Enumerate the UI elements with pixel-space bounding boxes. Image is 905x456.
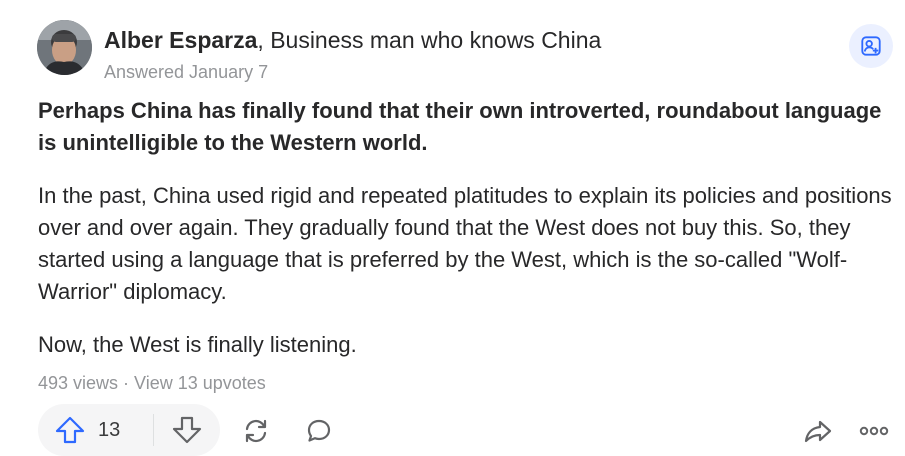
upvote-button[interactable]: 13: [54, 415, 120, 445]
comment-icon: [307, 419, 331, 442]
more-dots-icon: [859, 426, 889, 436]
answer-lead: Perhaps China has finally found that the…: [38, 98, 882, 155]
view-upvotes-link[interactable]: View 13 upvotes: [134, 373, 266, 393]
follow-button[interactable]: [849, 24, 893, 68]
share-loop-button[interactable]: [240, 415, 272, 447]
upvote-count: 13: [98, 419, 121, 441]
comment-button[interactable]: [303, 415, 335, 447]
share-arrow-icon: [804, 420, 832, 443]
arrow-down-icon: [172, 416, 202, 444]
share-button[interactable]: [802, 415, 834, 447]
vote-pill: 13: [38, 404, 220, 456]
answer-paragraph: In the past, China used rigid and repeat…: [38, 183, 892, 304]
refresh-icon: [245, 419, 267, 443]
more-button[interactable]: [858, 415, 890, 447]
author-credential[interactable]: Business man who knows China: [270, 27, 601, 53]
downvote-button[interactable]: [171, 415, 203, 450]
action-bar: 13: [38, 404, 896, 456]
follow-user-icon: [861, 36, 881, 56]
answer-stats: 493 views · View 13 upvotes: [38, 371, 266, 395]
arrow-up-icon: [55, 416, 85, 444]
credential-separator: ,: [257, 27, 271, 53]
author-name[interactable]: Alber Esparza: [104, 27, 257, 53]
answer-header: Alber Esparza, Business man who knows Ch…: [37, 19, 867, 82]
author-line: Alber Esparza, Business man who knows Ch…: [104, 26, 601, 54]
views-count: 493 views: [38, 373, 119, 393]
answered-date[interactable]: Answered January 7: [104, 61, 268, 83]
author-avatar[interactable]: [37, 20, 92, 75]
avatar-photo: [37, 20, 92, 75]
answer-paragraph: Now, the West is finally listening.: [38, 332, 357, 357]
stats-separator: ·: [118, 373, 135, 393]
answer-content: Perhaps China has finally found that the…: [38, 95, 893, 361]
vote-divider: [153, 414, 154, 446]
